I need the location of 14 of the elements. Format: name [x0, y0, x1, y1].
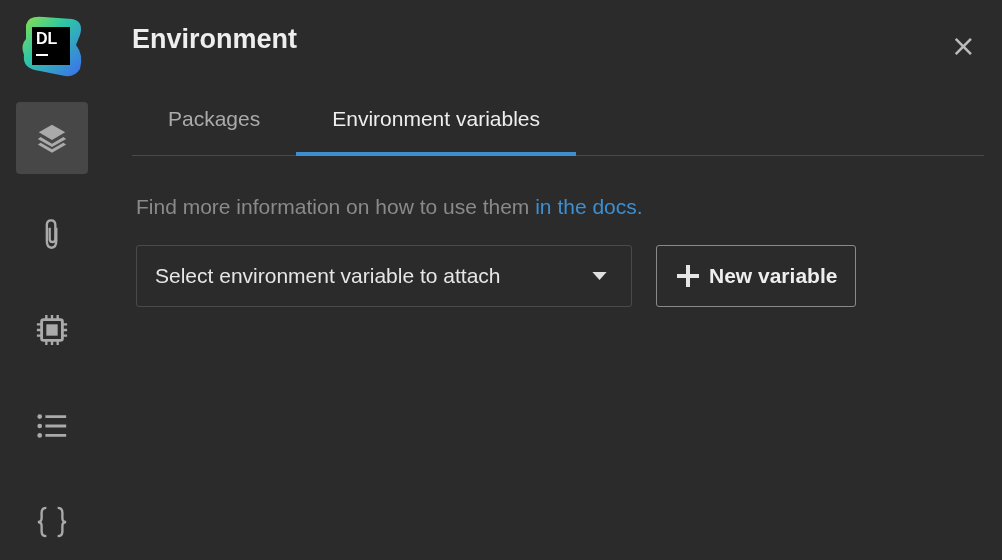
- variable-dropdown[interactable]: Select environment variable to attach: [136, 245, 632, 307]
- new-variable-button[interactable]: New variable: [656, 245, 857, 307]
- info-text: Find more information on how to use them in the docs.: [136, 195, 644, 219]
- panel-title: Environment: [132, 23, 298, 55]
- tab[interactable]: Packages: [132, 100, 297, 156]
- caret-icon: [592, 272, 607, 280]
- app-logo: DL: [20, 15, 84, 79]
- sidebar-item[interactable]: [16, 102, 88, 174]
- close-button[interactable]: ×: [942, 27, 984, 63]
- chip-icon: [35, 313, 69, 347]
- docs-link[interactable]: in the docs.: [535, 195, 643, 218]
- plus-icon: [677, 265, 699, 287]
- braces-icon: [35, 505, 69, 539]
- tab[interactable]: Environment variables: [296, 100, 576, 156]
